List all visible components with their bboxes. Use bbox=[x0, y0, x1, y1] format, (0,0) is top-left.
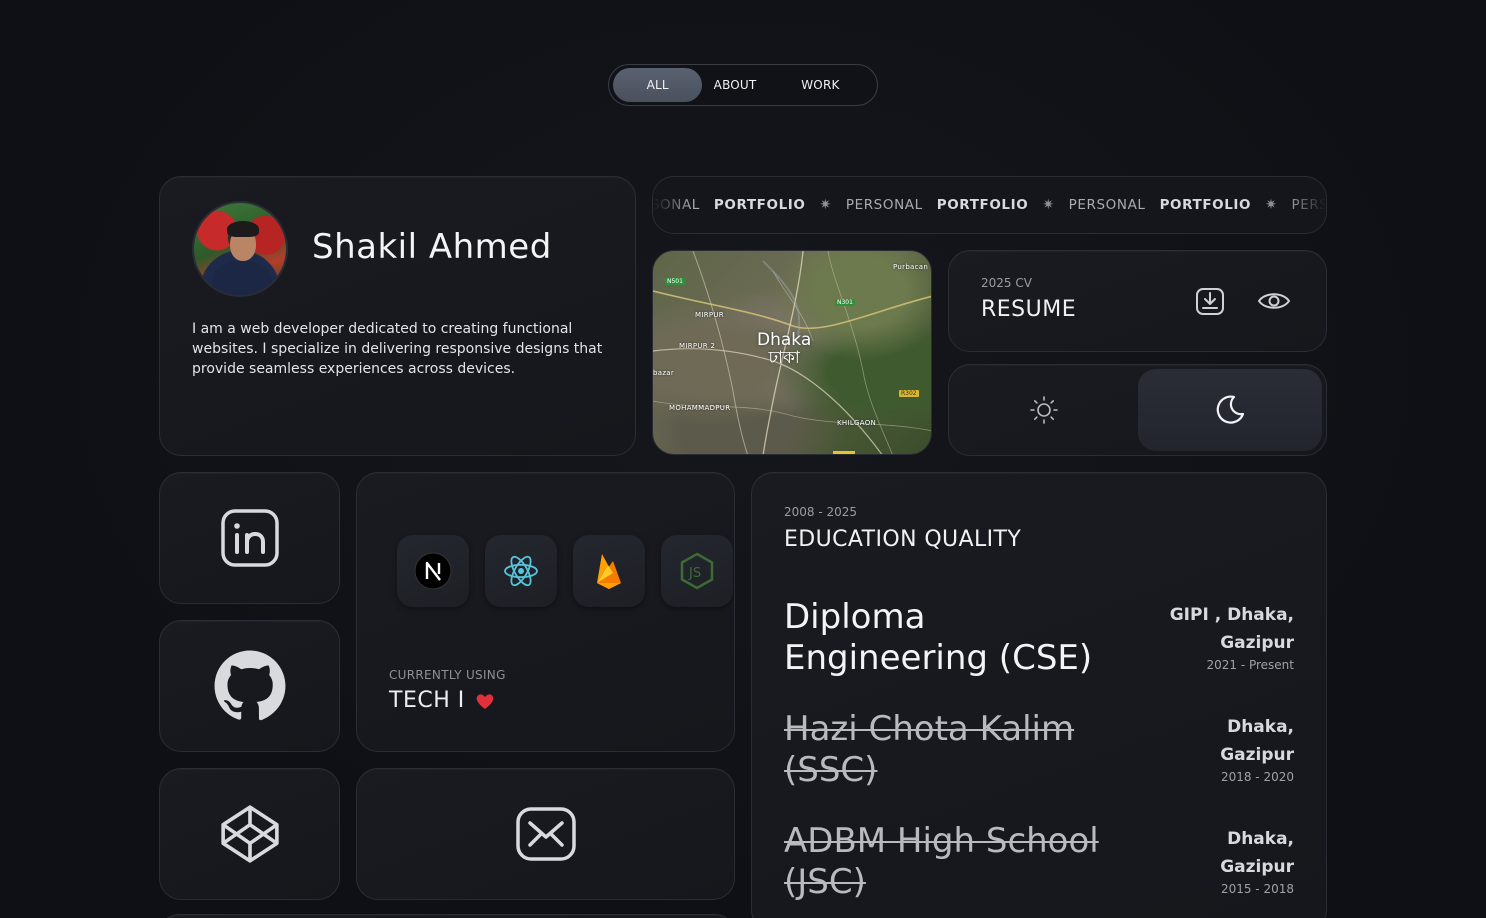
marquee-text: PERSONAL bbox=[1068, 197, 1146, 213]
education-title: EDUCATION QUALITY bbox=[784, 527, 1022, 552]
profile-card: Shakil Ahmed I am a web developer dedica… bbox=[159, 176, 636, 456]
github-icon bbox=[214, 650, 285, 721]
download-button[interactable] bbox=[1192, 283, 1228, 319]
marquee-text: PERSONAL bbox=[653, 197, 700, 213]
firebase-tile bbox=[573, 535, 645, 607]
map-label: MOHAMMADPUR bbox=[669, 404, 731, 412]
linkedin-link[interactable] bbox=[159, 472, 340, 604]
next-card bbox=[159, 914, 735, 918]
education-years: 2018 - 2020 bbox=[1220, 770, 1294, 784]
education-place: Dhaka, Gazipur bbox=[1220, 829, 1294, 877]
education-years: 2015 - 2018 bbox=[1220, 882, 1294, 896]
resume-card: 2025 CV RESUME bbox=[948, 250, 1327, 352]
react-icon bbox=[504, 555, 538, 587]
tech-stack-card: JS CURRENTLY USING TECH I bbox=[356, 472, 735, 752]
map-label: MIRPUR bbox=[695, 311, 724, 319]
resume-subtitle: 2025 CV bbox=[981, 276, 1032, 290]
download-icon bbox=[1196, 288, 1224, 315]
portfolio-marquee: PERSONAL PORTFOLIO ✷ PERSONAL PORTFOLIO … bbox=[652, 176, 1327, 234]
map-label: bazar bbox=[653, 369, 675, 377]
firebase-icon bbox=[597, 554, 621, 589]
github-link[interactable] bbox=[159, 620, 340, 752]
nav-tab-about[interactable]: ABOUT bbox=[702, 68, 768, 102]
road-tag: N301 bbox=[835, 299, 855, 306]
map-label: Purbacan bbox=[893, 263, 929, 271]
nav-tab-work[interactable]: WORK bbox=[768, 68, 873, 102]
location-map[interactable]: Dhaka ঢাকা Purbacan MIRPUR MIRPUR 2 baza… bbox=[652, 250, 932, 455]
education-place: Dhaka, Gazipur bbox=[1220, 717, 1294, 765]
codepen-icon bbox=[220, 805, 279, 863]
sparkle-icon: ✷ bbox=[1265, 197, 1278, 213]
nodejs-icon: JS bbox=[680, 552, 714, 590]
tech-title: TECH I bbox=[389, 688, 495, 713]
road-tag: R302 bbox=[899, 390, 919, 397]
tech-subtitle: CURRENTLY USING bbox=[389, 668, 506, 682]
codepen-link[interactable] bbox=[159, 768, 340, 900]
education-years: 2021 - Present bbox=[1206, 658, 1294, 672]
marquee-text: PORTFOLIO bbox=[713, 197, 806, 213]
profile-name: Shakil Ahmed bbox=[312, 227, 552, 267]
nextjs-tile bbox=[397, 535, 469, 607]
education-card: 2008 - 2025 EDUCATION QUALITY Diploma En… bbox=[751, 472, 1327, 918]
sparkle-icon: ✷ bbox=[819, 197, 832, 213]
road-tag: N501 bbox=[665, 278, 685, 285]
education-subtitle: 2008 - 2025 bbox=[784, 505, 858, 519]
eye-icon bbox=[1257, 293, 1291, 309]
heart-icon bbox=[476, 693, 494, 709]
marquee-text: PORTFOLIO bbox=[936, 197, 1029, 213]
avatar bbox=[192, 201, 288, 297]
nodejs-tile: JS bbox=[661, 535, 733, 607]
education-degree: Hazi Chota Kalim (SSC) bbox=[784, 709, 1075, 790]
svg-text:JS: JS bbox=[688, 566, 701, 581]
marquee-text: PORTFOLIO bbox=[1159, 197, 1252, 213]
dark-theme-button[interactable] bbox=[1138, 369, 1322, 451]
education-place: GIPI , Dhaka, Gazipur bbox=[1169, 605, 1294, 653]
light-theme-button[interactable] bbox=[949, 365, 1139, 455]
react-tile bbox=[485, 535, 557, 607]
sun-icon bbox=[1030, 396, 1058, 424]
top-nav: ALL ABOUT WORK bbox=[608, 64, 878, 106]
view-resume-button[interactable] bbox=[1256, 283, 1292, 319]
resume-title: RESUME bbox=[981, 297, 1077, 322]
email-link[interactable] bbox=[356, 768, 735, 900]
theme-toggle-card bbox=[948, 364, 1327, 456]
moon-icon bbox=[1216, 395, 1245, 424]
profile-bio: I am a web developer dedicated to creati… bbox=[192, 321, 603, 377]
nav-tab-all[interactable]: ALL bbox=[613, 68, 703, 102]
map-city-label: Dhaka ঢাকা bbox=[757, 330, 812, 368]
sparkle-icon: ✷ bbox=[1042, 197, 1055, 213]
education-degree: Diploma Engineering (CSE) bbox=[784, 597, 1093, 678]
map-label: KHILGAON bbox=[837, 419, 877, 427]
map-label: MIRPUR 2 bbox=[679, 342, 716, 350]
education-degree: ADBM High School (JSC) bbox=[784, 821, 1099, 902]
marquee-text: PERSONAL bbox=[845, 197, 923, 213]
linkedin-icon bbox=[220, 509, 279, 567]
mail-icon bbox=[515, 807, 576, 861]
marquee-text: PERSONAL bbox=[1291, 197, 1327, 213]
nextjs-icon bbox=[414, 552, 452, 590]
